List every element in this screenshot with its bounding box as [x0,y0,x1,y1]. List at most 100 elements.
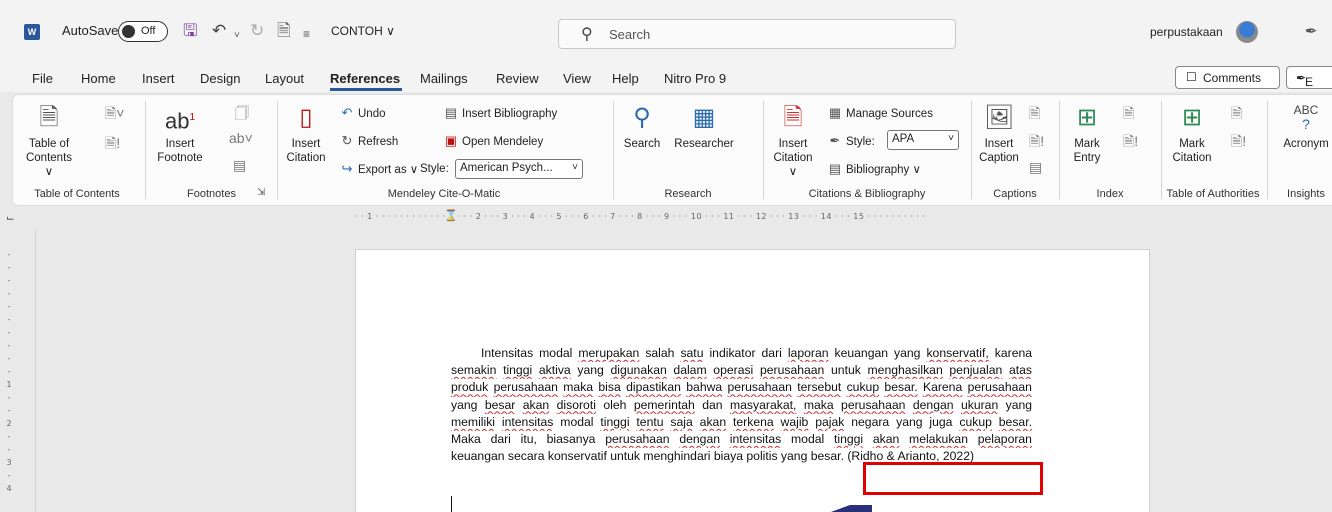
undo-dropdown-icon[interactable]: ˅ [234,25,240,47]
citation-style-select[interactable]: APA ˅ [887,130,959,150]
undo-icon[interactable]: ↶ [212,20,226,42]
tab-view[interactable]: View [563,71,591,86]
insert-bibliography-button[interactable]: ▤ Insert Bibliography [443,105,557,121]
footnote-sup: 1 [189,112,196,123]
mendeley-style-select[interactable]: American Psych... ˅ [455,159,583,179]
autosave-toggle[interactable]: Off [118,21,168,42]
document-word: itu, [520,431,537,446]
document-word: akan [699,414,727,429]
tab-home[interactable]: Home [81,71,116,86]
document-word: tentu [636,414,664,429]
horizontal-ruler[interactable]: · · 1 · · · · · · · · · · · · 1 · · · 2 … [355,212,1150,226]
bibliography-button[interactable]: ▤ Bibliography ∨ [827,161,921,177]
insert-table-of-authorities-icon[interactable]: 🗎 [1231,103,1242,127]
acronym-abc: ABC [1293,103,1319,117]
document-word: pelaporan [977,431,1032,446]
tab-file[interactable]: File [32,71,53,86]
insert-table-of-figures-icon[interactable]: 🗎 [1029,103,1040,127]
manage-sources-button[interactable]: ▦ Manage Sources [827,105,933,121]
document-line: produk perusahaan maka bisa dipastikan b… [451,379,1032,396]
tab-layout[interactable]: Layout [265,71,304,86]
insert-endnote-icon[interactable]: 🗍 [235,103,249,127]
ruler-tick: - [7,263,11,272]
document-word: dari [761,346,782,360]
search-icon: ⚲ [581,26,593,43]
group-separator [1267,101,1268,199]
tab-selector-icon[interactable]: ⌙ [6,213,14,224]
table-of-contents-icon: 🗎 [39,104,59,131]
save-icon[interactable]: 🖫 [183,20,197,42]
document-word: terkena [733,414,774,429]
bibliography-icon: ▤ [444,105,458,120]
insert-index-icon[interactable]: 🗎 [1123,103,1134,127]
mark-citation-line1: Mark [1179,138,1205,150]
search-input[interactable]: ⚲ Search [558,19,956,49]
document-line: semakin tinggi aktiva yang digunakan dal… [451,362,1032,379]
comments-button[interactable]: ☐ Comments [1175,66,1280,89]
show-notes-icon[interactable]: ▤ [233,157,246,174]
table-of-contents-button[interactable]: 🗎 Table of Contents ∨ [25,103,73,179]
mendeley-insert-citation-button[interactable]: ▯ Insert Citation [285,103,327,165]
ruler-tick: - [7,302,11,311]
document-word: biasanya [546,431,596,446]
update-table-icon[interactable]: 🗎! [1231,131,1246,155]
document-word: dengan [912,397,954,412]
footnote-icon: ab1 [165,103,195,133]
mark-citation-button[interactable]: ⊞ Mark Citation [1169,103,1215,165]
mark-entry-icon: ⊞ [1076,104,1098,131]
open-mendeley-button[interactable]: ▣ Open Mendeley [443,133,543,149]
next-footnote-icon[interactable]: ab˅ [229,130,253,146]
group-mendeley: ▯ Insert Citation ↶ Undo ↻ Refresh ↪ Export… [279,95,609,205]
document-word: tinggi [833,431,864,446]
mark-citation-line2: Citation [1172,152,1212,164]
title-bar: W AutoSave Off 🖫 ↶ ˅ ↻ 🗎 ≡ CONTOH ∨ ⚲ Se… [0,0,1332,62]
group-label: Footnotes [187,188,236,200]
redo-icon[interactable]: ↻ [250,20,264,42]
update-table-icon[interactable]: 🗎! [105,133,120,157]
avatar[interactable] [1236,21,1258,43]
insert-citation-button[interactable]: 🗎 Insert Citation ∨ [769,103,817,179]
search-button[interactable]: ⚲ Search [619,103,665,151]
autosave-state: Off [141,25,156,37]
export-as-button[interactable]: ↪ Export as ∨ [339,161,419,177]
group-captions: 🖼 Insert Caption 🗎 🗎! ▤ Captions [973,95,1057,205]
acronym-button[interactable]: ABC? Acronym [1277,103,1332,151]
ribbon: 🗎 Table of Contents ∨ 🗎˅ 🗎! Table of Con… [12,94,1332,206]
editing-button[interactable]: ✒ E [1286,66,1332,89]
tab-help[interactable]: Help [612,71,639,86]
tab-nitro-pro[interactable]: Nitro Pro 9 [664,71,726,86]
refresh-button[interactable]: ↻ Refresh [339,133,399,149]
document-word: intensitas [501,414,554,429]
ruler-divider [35,230,36,512]
tab-insert[interactable]: Insert [142,71,175,86]
document-name[interactable]: CONTOH ∨ [331,24,395,38]
ruler-tick: - [7,354,11,363]
refresh-icon: ↻ [341,133,353,148]
document-word: memiliki [451,414,496,429]
document-line: Intensitas modal merupakan salah satu in… [451,345,1032,362]
researcher-button[interactable]: ▦ Researcher [671,103,737,151]
tab-mailings[interactable]: Mailings [420,71,468,86]
cross-reference-icon[interactable]: ▤ [1029,159,1042,176]
add-text-icon[interactable]: 🗎˅ [105,103,124,127]
indent-marker-icon[interactable]: ⌛ [444,209,458,227]
insert-footnote-button[interactable]: ab1 Insert Footnote [157,103,203,165]
document-paragraph[interactable]: Intensitas modal merupakan salah satu in… [451,345,1032,465]
customize-toolbar-icon[interactable]: ≡ [303,23,310,45]
tab-references[interactable]: References [330,71,400,86]
insert-caption-icon: 🖼 [984,104,1015,131]
insert-caption-button[interactable]: 🖼 Insert Caption [977,103,1021,165]
update-table-icon[interactable]: 🗎! [1029,131,1044,155]
insert-bibliography-label: Insert Bibliography [462,108,558,120]
undo-button[interactable]: ↶ Undo [339,105,386,121]
document-word: konservatif, [926,346,989,360]
mark-entry-button[interactable]: ⊞ Mark Entry [1067,103,1107,165]
update-index-icon[interactable]: 🗎! [1123,131,1138,155]
pen-icon[interactable]: ✒ [1305,22,1318,40]
insert-citation-icon: 🗎 [783,104,803,131]
account-name[interactable]: perpustakaan [1150,25,1223,39]
tab-review[interactable]: Review [496,71,539,86]
print-preview-icon[interactable]: 🗎 [277,20,291,42]
tab-design[interactable]: Design [200,71,240,86]
ruler-tick: - [7,432,11,441]
